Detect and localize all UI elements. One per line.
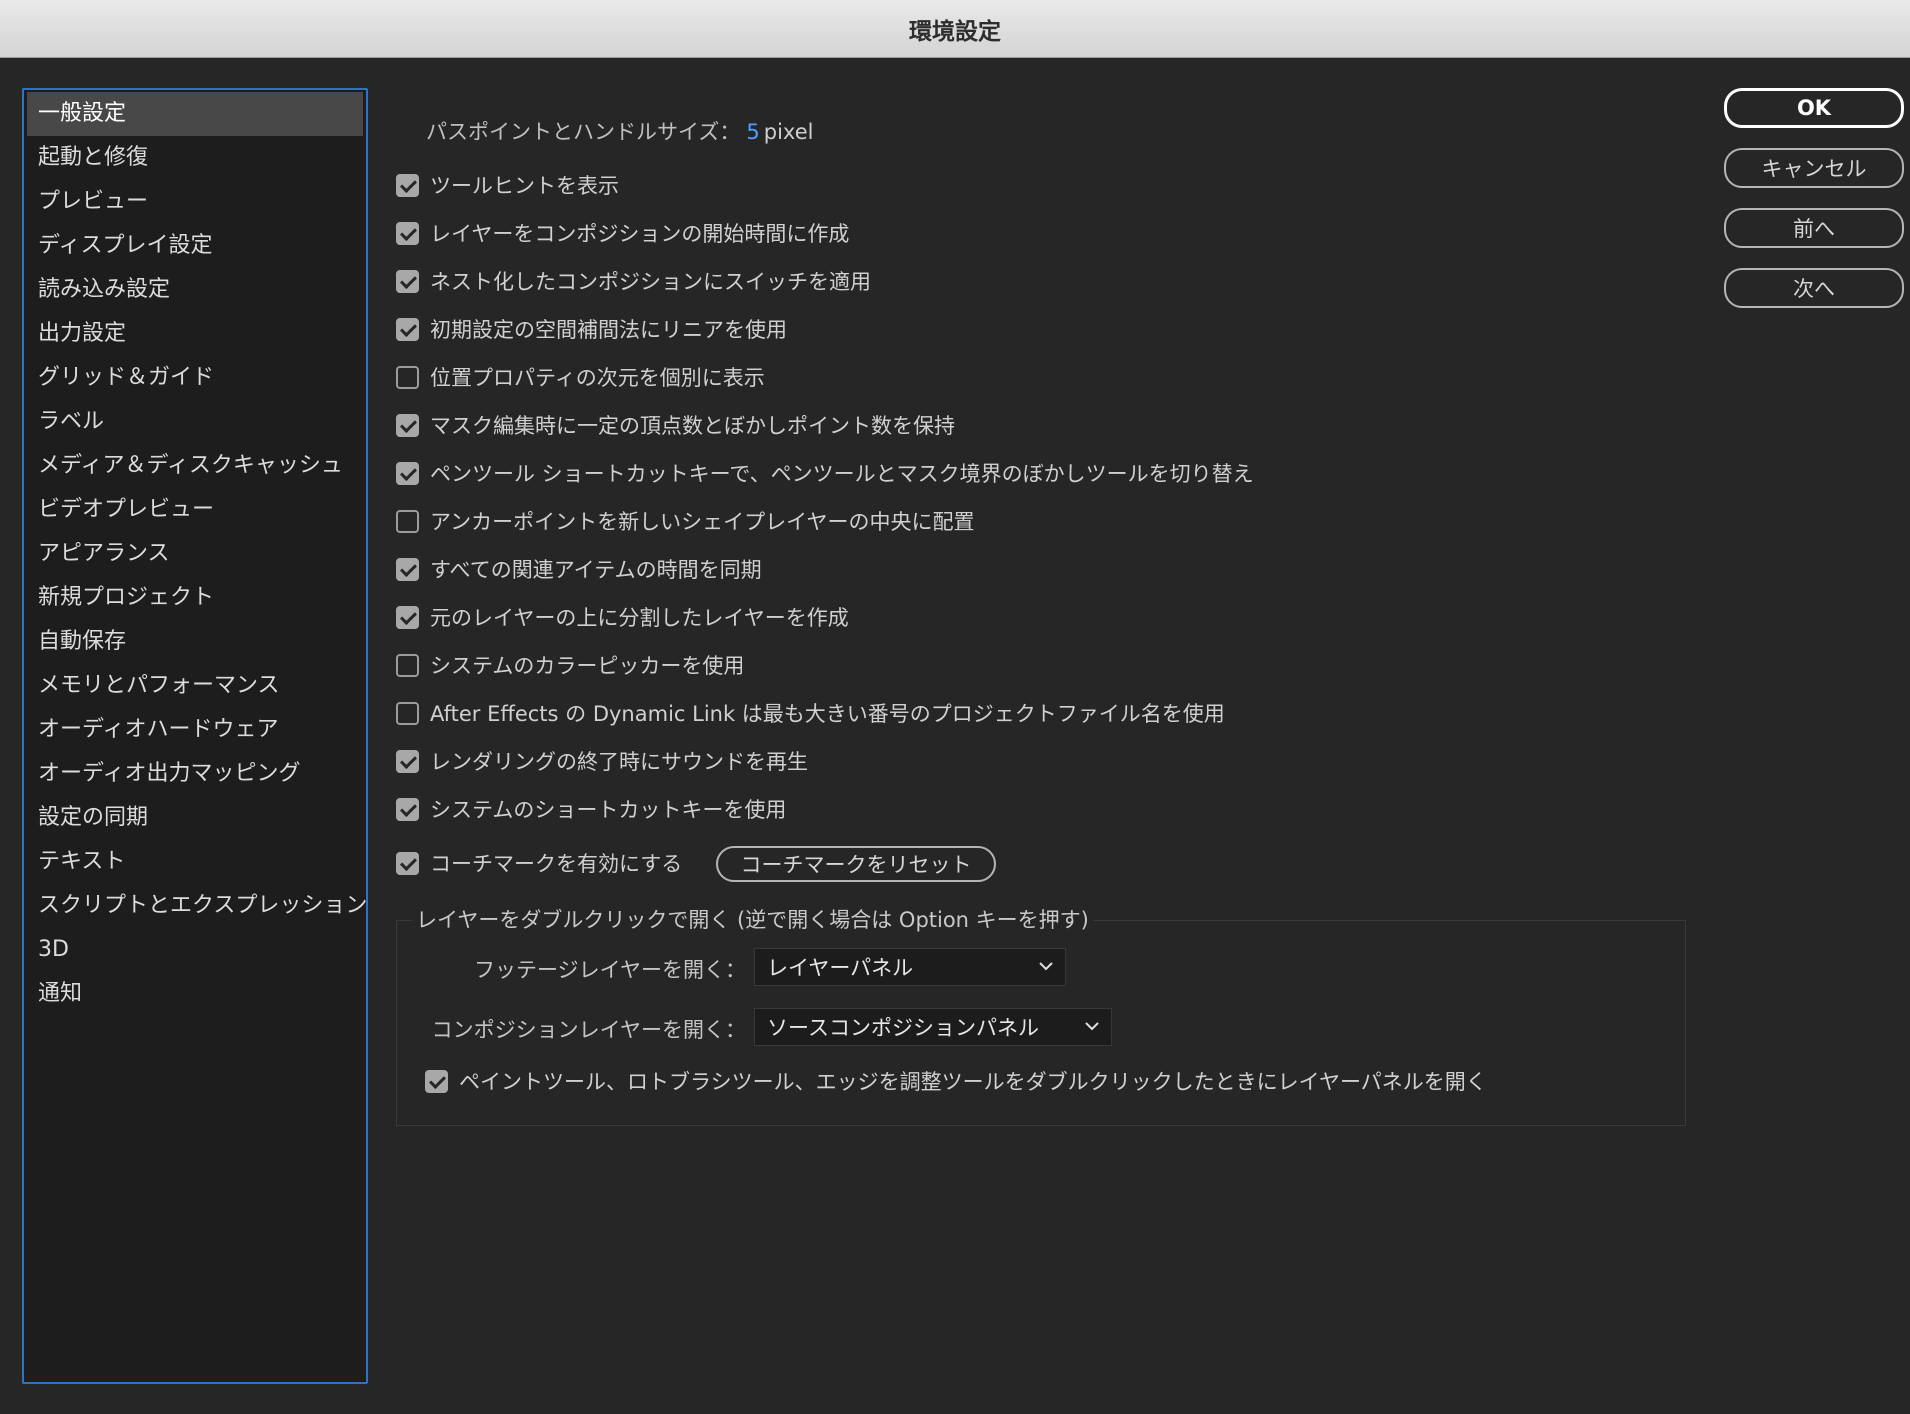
footage-layer-open-label: フッテージレイヤーを開く：: [474, 958, 746, 982]
checkbox-label: すべての関連アイテムの時間を同期: [430, 558, 762, 582]
comp-layer-open-value: ソースコンポジションパネル: [767, 1016, 1039, 1040]
checkbox-checked[interactable]: [396, 317, 419, 341]
checkbox-checked[interactable]: [396, 557, 419, 581]
checkbox-row[interactable]: レンダリングの終了時にサウンドを再生: [396, 746, 808, 776]
checkbox-unchecked[interactable]: [396, 509, 419, 533]
sidebar-item[interactable]: オーディオハードウェア: [27, 708, 363, 752]
checkbox-label: ペンツール ショートカットキーで、ペンツールとマスク境界のぼかしツールを切り替え: [430, 462, 1254, 486]
checkbox-checked[interactable]: [396, 851, 419, 875]
checkbox-row[interactable]: マスク編集時に一定の頂点数とぼかしポイント数を保持: [396, 410, 955, 440]
sidebar-item[interactable]: 読み込み設定: [27, 268, 363, 312]
footage-layer-open-select[interactable]: レイヤーパネル: [754, 948, 1066, 986]
sidebar-item[interactable]: 一般設定: [27, 92, 363, 136]
sidebar-item[interactable]: 出力設定: [27, 312, 363, 356]
checkbox-checked[interactable]: [396, 173, 419, 197]
chevron-down-icon: [1085, 1022, 1099, 1031]
checkbox-row[interactable]: すべての関連アイテムの時間を同期: [396, 554, 762, 584]
sidebar-item[interactable]: 自動保存: [27, 620, 363, 664]
checkbox-checked[interactable]: [396, 269, 419, 293]
checkbox-row[interactable]: ネスト化したコンポジションにスイッチを適用: [396, 266, 871, 296]
checkbox-row[interactable]: レイヤーをコンポジションの開始時間に作成: [396, 218, 849, 248]
checkbox-row[interactable]: システムのショートカットキーを使用: [396, 794, 786, 824]
checkbox-row[interactable]: ペンツール ショートカットキーで、ペンツールとマスク境界のぼかしツールを切り替え: [396, 458, 1254, 488]
sidebar-item[interactable]: グリッド＆ガイド: [27, 356, 363, 400]
checkbox-label: システムのショートカットキーを使用: [430, 798, 787, 822]
path-point-size-value[interactable]: 5: [746, 120, 759, 144]
sidebar-item[interactable]: 新規プロジェクト: [27, 576, 363, 620]
paint-tool-open-layer-panel-row[interactable]: ペイントツール、ロトブラシツール、エッジを調整ツールをダブルクリックしたときにレ…: [425, 1066, 1487, 1096]
checkbox-row[interactable]: 元のレイヤーの上に分割したレイヤーを作成: [396, 602, 849, 632]
checkbox-label: 初期設定の空間補間法にリニアを使用: [430, 318, 787, 342]
sidebar-item[interactable]: オーディオ出力マッピング: [27, 752, 363, 796]
checkbox-label: システムのカラーピッカーを使用: [430, 654, 745, 678]
sidebar-item[interactable]: プレビュー: [27, 180, 363, 224]
sidebar-item[interactable]: ディスプレイ設定: [27, 224, 363, 268]
checkbox[interactable]: [425, 1069, 448, 1093]
checkbox-label: 元のレイヤーの上に分割したレイヤーを作成: [430, 606, 849, 630]
sidebar-item[interactable]: 起動と修復: [27, 136, 363, 180]
reset-coachmarks-button[interactable]: コーチマークをリセット: [716, 846, 996, 882]
sidebar-item[interactable]: 通知: [27, 972, 363, 1016]
checkbox-row[interactable]: アンカーポイントを新しいシェイプレイヤーの中央に配置: [396, 506, 975, 536]
sidebar-item[interactable]: テキスト: [27, 840, 363, 884]
path-point-size-unit: pixel: [763, 120, 814, 144]
sidebar-item[interactable]: アピアランス: [27, 532, 363, 576]
checkbox-label: ツールヒントを表示: [430, 174, 619, 198]
checkbox-row[interactable]: 位置プロパティの次元を個別に表示: [396, 362, 765, 392]
sidebar-item[interactable]: ラベル: [27, 400, 363, 444]
sidebar-item[interactable]: ビデオプレビュー: [27, 488, 363, 532]
checkbox-checked[interactable]: [396, 749, 419, 773]
checkbox-row[interactable]: 初期設定の空間補間法にリニアを使用: [396, 314, 787, 344]
cancel-button[interactable]: キャンセル: [1724, 148, 1904, 188]
checkbox-row[interactable]: コーチマークを有効にする: [396, 848, 682, 878]
checkbox-unchecked[interactable]: [396, 653, 419, 677]
footage-layer-open-value: レイヤーパネル: [767, 956, 914, 980]
checkbox-checked[interactable]: [396, 413, 419, 437]
checkbox-label: マスク編集時に一定の頂点数とぼかしポイント数を保持: [430, 414, 955, 438]
checkbox-unchecked[interactable]: [396, 701, 419, 725]
previous-button[interactable]: 前へ: [1724, 208, 1904, 248]
checkbox-checked[interactable]: [396, 797, 419, 821]
checkbox-row[interactable]: ツールヒントを表示: [396, 170, 619, 200]
next-button[interactable]: 次へ: [1724, 268, 1904, 308]
checkbox-label: レンダリングの終了時にサウンドを再生: [430, 750, 808, 774]
checkbox-label: アンカーポイントを新しいシェイプレイヤーの中央に配置: [430, 510, 975, 534]
checkbox-label: 位置プロパティの次元を個別に表示: [430, 366, 765, 390]
window-title-bar: 環境設定: [0, 0, 1910, 58]
preferences-category-list[interactable]: 一般設定 起動と修復 プレビュー ディスプレイ設定 読み込み設定 出力設定 グリッド＆ガイド…: [22, 88, 368, 1384]
checkbox-row[interactable]: システムのカラーピッカーを使用: [396, 650, 744, 680]
checkbox-label: ネスト化したコンポジションにスイッチを適用: [430, 270, 871, 294]
checkbox-checked[interactable]: [396, 605, 419, 629]
sidebar-item[interactable]: 3D: [27, 928, 363, 972]
ok-button[interactable]: OK: [1724, 88, 1904, 128]
checkbox-checked[interactable]: [396, 221, 419, 245]
comp-layer-open-label: コンポジションレイヤーを開く：: [431, 1018, 746, 1042]
path-point-size-row: パスポイントとハンドルサイズ： 5 pixel: [426, 116, 813, 146]
path-point-size-label: パスポイントとハンドルサイズ：: [426, 120, 741, 144]
sidebar-item[interactable]: メモリとパフォーマンス: [27, 664, 363, 708]
comp-layer-open-select[interactable]: ソースコンポジションパネル: [754, 1008, 1112, 1046]
checkbox-label: レイヤーをコンポジションの開始時間に作成: [430, 222, 850, 246]
sidebar-item[interactable]: 設定の同期: [27, 796, 363, 840]
double-click-group-legend: レイヤーをダブルクリックで開く (逆で開く場合は Option キーを押す): [412, 904, 1093, 934]
sidebar-item[interactable]: スクリプトとエクスプレッション: [27, 884, 367, 928]
checkbox-label: After Effects の Dynamic Link は最も大きい番号のプロ…: [430, 702, 1225, 726]
window-title: 環境設定: [909, 18, 1001, 45]
checkbox-label: コーチマークを有効にする: [430, 852, 683, 876]
paint-tool-open-layer-panel-label: ペイントツール、ロトブラシツール、エッジを調整ツールをダブルクリックしたときにレ…: [459, 1070, 1487, 1094]
checkbox-row[interactable]: After Effects の Dynamic Link は最も大きい番号のプロ…: [396, 698, 1225, 728]
sidebar-item[interactable]: メディア＆ディスクキャッシュ: [27, 444, 363, 488]
checkbox-checked[interactable]: [396, 461, 419, 485]
chevron-down-icon: [1039, 962, 1053, 971]
checkbox-unchecked[interactable]: [396, 365, 419, 389]
